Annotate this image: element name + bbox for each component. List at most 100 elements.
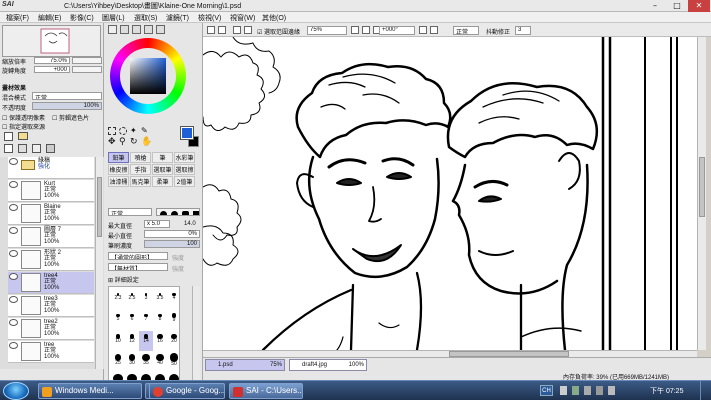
brush-size-30[interactable]: 30 [125, 352, 139, 372]
scroll-thumb[interactable] [699, 157, 705, 217]
tool-binary-pen[interactable]: 2值筆 [174, 176, 195, 187]
eye-icon[interactable] [9, 342, 18, 349]
hand-icon[interactable]: ✋ [141, 138, 152, 147]
zoom-icon[interactable]: ⚲ [119, 138, 126, 147]
brush-edge-presets[interactable] [156, 208, 200, 216]
taskbar-item-sai[interactable]: SAI - C:\Users... [229, 383, 303, 399]
canvas-vertical-scrollbar[interactable] [697, 37, 706, 350]
tool-bucket[interactable]: 油漆桶 [108, 176, 129, 187]
tool-pencil[interactable]: 鉛筆 [108, 152, 129, 163]
menu-image[interactable]: 影像(C) [70, 13, 94, 23]
zoom-field[interactable]: 75.0% [34, 57, 70, 64]
layer-row[interactable]: tree3 正常 100% [8, 295, 94, 317]
zoom-buttons[interactable] [72, 57, 102, 64]
new-folder-icon[interactable] [18, 132, 28, 140]
minimize-button[interactable]: – [644, 0, 666, 12]
brush-size-5[interactable]: 5 [111, 310, 125, 330]
brush-size-25[interactable]: 25 [111, 352, 125, 372]
density-slider[interactable]: 100 [144, 240, 200, 248]
color-wheel[interactable] [110, 38, 186, 114]
ime-indicator[interactable]: CH [540, 385, 553, 396]
delete-layer-icon[interactable] [46, 144, 55, 153]
clock[interactable]: 下午 07:25 [650, 386, 683, 396]
rotation-select[interactable]: +000° [379, 26, 415, 35]
taskbar-item-media[interactable]: Windows Medi... [38, 383, 142, 399]
new-layer-icon[interactable] [4, 132, 13, 141]
brush-texture-select[interactable]: 【無材質】 [108, 263, 168, 271]
color-square[interactable] [130, 58, 166, 94]
invert-selection-icon[interactable] [244, 26, 252, 34]
max-size-multiplier[interactable]: x 5.0 [144, 220, 170, 228]
canvas-horizontal-scrollbar[interactable] [203, 350, 697, 357]
volume-icon[interactable] [608, 386, 615, 395]
rotate-icon[interactable]: ↻ [130, 138, 138, 147]
brush-size-4[interactable]: 4 [167, 289, 181, 309]
lasso-icon[interactable] [119, 127, 127, 135]
brush-size-12[interactable]: 12 [125, 331, 139, 351]
close-button[interactable]: ✕ [688, 0, 710, 12]
canvas[interactable] [203, 37, 697, 350]
brush-size-2.3[interactable]: 2.3 [111, 289, 125, 309]
network-icon[interactable] [596, 386, 603, 395]
tool-finger[interactable]: 手指 [130, 164, 151, 175]
menu-filter[interactable]: 濾鏡(T) [166, 13, 189, 23]
redo-icon[interactable] [218, 26, 226, 34]
merge-layer-icon[interactable] [18, 144, 27, 153]
brush-size-9[interactable]: 9 [167, 310, 181, 330]
menu-view[interactable]: 檢視(V) [198, 13, 221, 23]
start-button[interactable] [3, 382, 29, 400]
rotate-left-icon[interactable] [419, 26, 427, 34]
maximize-button[interactable]: □ [666, 0, 688, 12]
eye-icon[interactable] [9, 204, 18, 211]
eye-icon[interactable] [9, 273, 18, 280]
eye-icon[interactable] [9, 181, 18, 188]
eye-icon[interactable] [9, 158, 18, 165]
magic-wand-icon[interactable]: ✦ [130, 127, 137, 135]
tool-brush[interactable]: 筆 [152, 152, 173, 163]
brush-size-scrollbar[interactable] [192, 286, 200, 392]
navigator-preview[interactable] [2, 25, 101, 57]
layer-row[interactable]: tree2 正常 100% [8, 318, 94, 340]
layer-scrollbar[interactable] [95, 157, 103, 369]
brush-mode-select[interactable]: 正常 [108, 208, 152, 216]
rotate-right-icon[interactable] [430, 26, 438, 34]
document-tab[interactable]: draft4.jpg 100% [289, 359, 367, 371]
brush-size-40[interactable]: 40 [153, 352, 167, 372]
brush-size-14[interactable]: 14 [139, 331, 153, 351]
move-icon[interactable]: ✥ [108, 138, 116, 147]
taskbar-item-chrome[interactable]: Google - Goog... [149, 383, 225, 399]
tool-select-eraser[interactable]: 選取擦 [174, 164, 195, 175]
rotate-buttons[interactable] [72, 66, 102, 73]
menu-edit[interactable]: 編輯(E) [38, 13, 61, 23]
brush-size-3.5[interactable]: 3.5 [153, 289, 167, 309]
min-size-slider[interactable]: 0% [144, 230, 200, 238]
hsv-slider-toggle-icon[interactable] [132, 25, 141, 34]
stabilizer-select[interactable]: 3 [515, 26, 531, 35]
brush-size-20[interactable]: 20 [167, 331, 181, 351]
protect-alpha-checkbox[interactable]: ☐ 保護透明像素 [2, 113, 45, 122]
copy-layer-icon[interactable] [4, 144, 13, 153]
menu-window[interactable]: 視窗(W) [230, 13, 255, 23]
scroll-thumb[interactable] [97, 177, 102, 237]
blend-mode-select[interactable]: 正常 [32, 92, 102, 100]
brush-size-2.5[interactable]: 2.5 [125, 289, 139, 309]
color-wheel-toggle-icon[interactable] [108, 25, 117, 34]
brush-size-35[interactable]: 35 [139, 352, 153, 372]
rect-select-icon[interactable] [108, 127, 116, 135]
layer-row-selected[interactable]: tree4 正常 100% [8, 272, 94, 294]
zoom-out-icon[interactable] [362, 26, 370, 34]
tool-eraser[interactable]: 橡皮擦 [108, 164, 129, 175]
antialias-checkbox[interactable]: ☑ 選取范圍邊緣 [257, 27, 300, 36]
layer-row[interactable]: tree 正常 100% [8, 341, 94, 363]
tool-watercolor[interactable]: 水彩筆 [174, 152, 195, 163]
eyedropper-icon[interactable]: ✎ [141, 127, 148, 135]
layer-row[interactable]: Blaine 正常 100% [8, 203, 94, 225]
primary-color[interactable] [180, 126, 194, 140]
selection-source-checkbox[interactable]: ☐ 指定選取來源 [2, 122, 45, 131]
zoom-select[interactable]: 75% [307, 26, 347, 35]
show-desktop-button[interactable] [700, 381, 711, 400]
brush-size-8[interactable]: 8 [153, 310, 167, 330]
menu-select[interactable]: 選取(S) [134, 13, 157, 23]
tool-soft-brush[interactable]: 柔筆 [152, 176, 173, 187]
blend-select[interactable]: 正常 [453, 26, 479, 35]
